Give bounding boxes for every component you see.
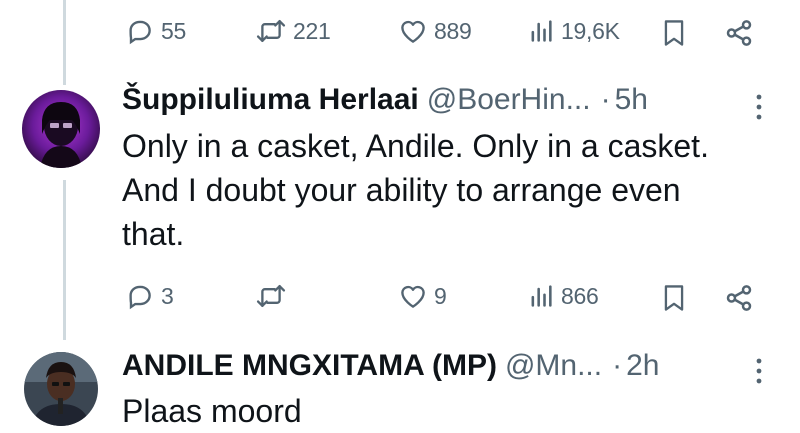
share-icon bbox=[724, 20, 754, 52]
tweet1-share-button[interactable] bbox=[724, 283, 754, 318]
tweet2-separator: · bbox=[612, 349, 623, 382]
tweet1-reply-count: 3 bbox=[161, 282, 174, 309]
tweet2-display-name[interactable]: ANDILE MNGXITAMA (MP) bbox=[122, 349, 497, 383]
tweet1-text-line: that. bbox=[122, 216, 185, 252]
views-icon bbox=[527, 16, 555, 46]
tweet1-more-button[interactable] bbox=[754, 92, 764, 127]
tweet1-header: Šuppiluliuma Herlaai @BoerHin... · 5h bbox=[122, 83, 648, 117]
tweet1-timestamp[interactable]: 5h bbox=[615, 83, 648, 117]
tweet2-text: Plaas moord bbox=[122, 389, 772, 433]
bookmark-button[interactable] bbox=[660, 18, 688, 53]
tweet1-like-count: 9 bbox=[434, 282, 447, 309]
share-button[interactable] bbox=[724, 18, 754, 53]
bookmark-icon bbox=[660, 285, 688, 317]
like-icon bbox=[398, 16, 428, 46]
tweet1-handle[interactable]: @BoerHin... bbox=[427, 83, 591, 117]
tweet1-text: Only in a casket, Andile. Only in a cask… bbox=[122, 124, 772, 256]
tweet1-text-line: Only in a casket, Andile. Only in a cask… bbox=[122, 128, 709, 164]
reply-count: 55 bbox=[161, 17, 186, 44]
bookmark-icon bbox=[660, 20, 688, 52]
views-button[interactable]: 19,6K bbox=[527, 16, 620, 46]
avatar-andile[interactable] bbox=[24, 352, 98, 426]
tweet1-reply-button[interactable]: 3 bbox=[125, 281, 174, 311]
tweet2-text-line: Plaas moord bbox=[122, 393, 302, 429]
tweet1-bookmark-button[interactable] bbox=[660, 283, 688, 318]
tweet2-header: ANDILE MNGXITAMA (MP) @Mn... · 2h bbox=[122, 349, 659, 383]
like-icon bbox=[398, 281, 428, 311]
repost-icon bbox=[255, 16, 287, 46]
repost-button[interactable]: 221 bbox=[255, 16, 331, 46]
like-count: 889 bbox=[434, 17, 472, 44]
more-icon bbox=[754, 358, 764, 390]
avatar-suppiluliuma[interactable] bbox=[22, 90, 100, 168]
tweet1-display-name[interactable]: Šuppiluliuma Herlaai bbox=[122, 83, 419, 117]
tweet1-text-line: And I doubt your ability to arrange even bbox=[122, 172, 681, 208]
like-button[interactable]: 889 bbox=[398, 16, 472, 46]
tweet1-views-count: 866 bbox=[561, 282, 599, 309]
reply-icon bbox=[125, 281, 155, 311]
tweet1-repost-button[interactable] bbox=[255, 281, 293, 311]
tweet1-views-button[interactable]: 866 bbox=[527, 281, 599, 311]
reply-button[interactable]: 55 bbox=[125, 16, 186, 46]
tweet2-more-button[interactable] bbox=[754, 356, 764, 391]
views-count: 19,6K bbox=[561, 17, 620, 44]
repost-count: 221 bbox=[293, 17, 331, 44]
views-icon bbox=[527, 281, 555, 311]
top-action-bar: 55 221 889 19,6K bbox=[0, 12, 800, 52]
repost-icon bbox=[255, 281, 287, 311]
tweet1-like-button[interactable]: 9 bbox=[398, 281, 447, 311]
reply-icon bbox=[125, 16, 155, 46]
share-icon bbox=[724, 285, 754, 317]
tweet2-handle[interactable]: @Mn... bbox=[505, 349, 602, 383]
tweet2-timestamp[interactable]: 2h bbox=[626, 349, 659, 383]
tweet1-separator: · bbox=[600, 83, 611, 116]
tweet1-action-bar: 3 9 866 bbox=[0, 277, 800, 317]
